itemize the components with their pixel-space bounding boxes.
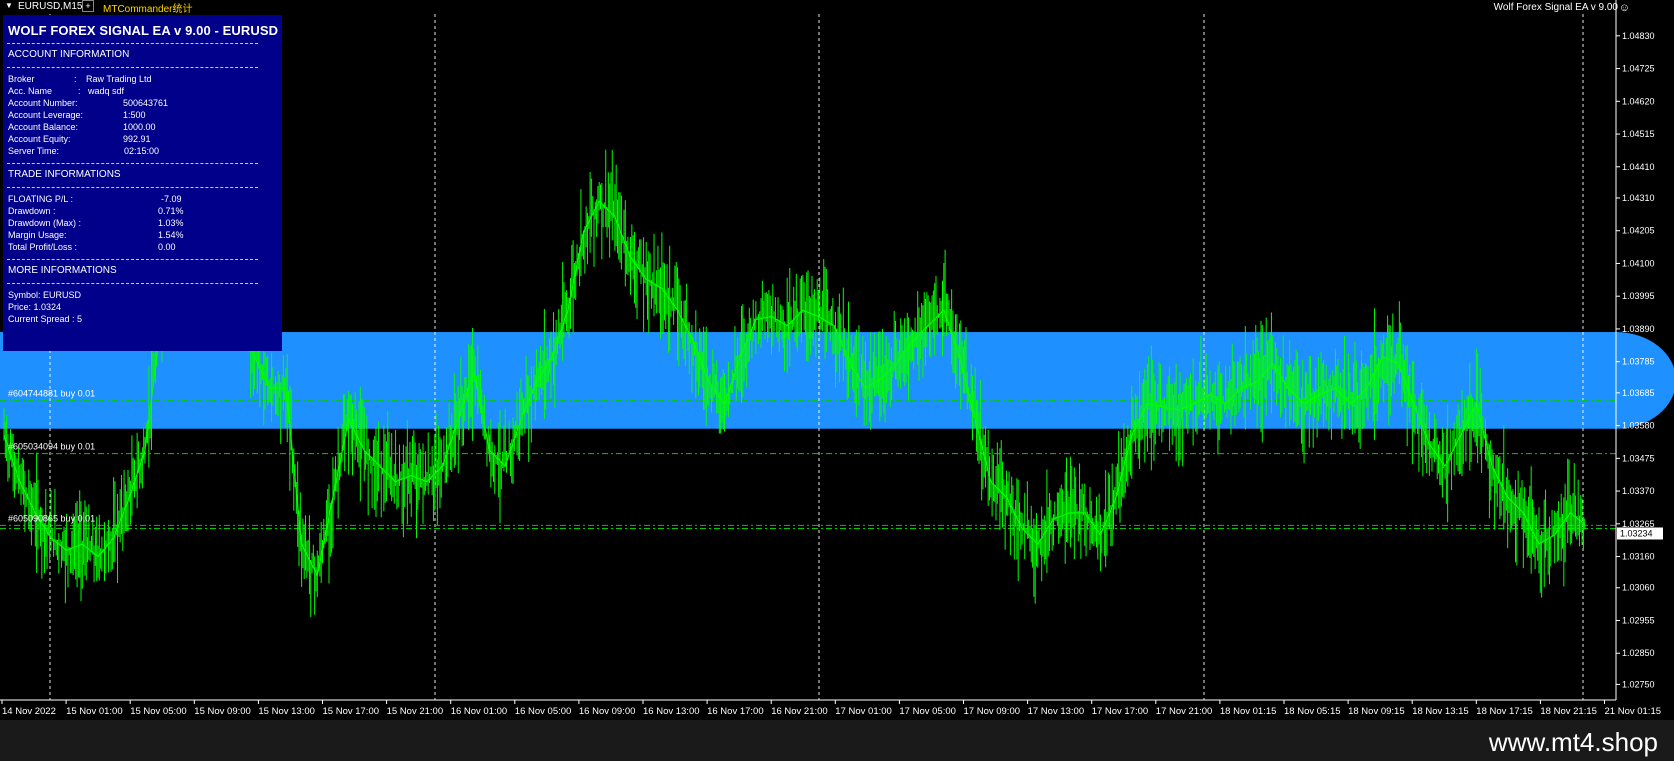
y-tick-label: 1.03580 [1622, 421, 1655, 431]
y-tick-label: 1.04830 [1622, 31, 1655, 41]
x-tick-label: 18 Nov 13:15 [1412, 706, 1469, 717]
current-price-label: 1.03234 [1620, 528, 1653, 538]
x-tick-label: 17 Nov 01:00 [835, 706, 892, 717]
x-tick-label: 15 Nov 21:00 [387, 706, 444, 717]
order-label: #604744881 buy 0.01 [8, 389, 95, 399]
y-tick-label: 1.02850 [1622, 648, 1655, 658]
divider [7, 163, 258, 164]
y-tick-label: 1.03060 [1622, 583, 1655, 593]
x-tick-label: 17 Nov 09:00 [964, 706, 1021, 717]
x-tick-label: 15 Nov 09:00 [194, 706, 251, 717]
account-info-panel: WOLF FOREX SIGNAL EA v 9.00 - EURUSD ACC… [3, 15, 282, 351]
x-tick-label: 18 Nov 21:15 [1540, 706, 1597, 717]
more-section-header: MORE INFORMATIONS [8, 265, 117, 276]
x-tick-label: 17 Nov 13:00 [1028, 706, 1085, 717]
order-label: #605090865 buy 0.01 [8, 513, 95, 523]
x-tick-label: 16 Nov 13:00 [643, 706, 700, 717]
symbol-tab-label[interactable]: EURUSD,M15 [18, 1, 82, 12]
plus-icon[interactable]: + [82, 0, 94, 12]
y-tick-label: 1.04310 [1622, 193, 1655, 203]
x-tick-label: 18 Nov 17:15 [1476, 706, 1533, 717]
mtcommander-label[interactable]: MTCommander统计 [103, 0, 192, 15]
y-tick-label: 1.03785 [1622, 357, 1655, 367]
ea-name-label: Wolf Forex Signal EA v 9.00 [1493, 2, 1618, 13]
x-tick-label: 15 Nov 17:00 [323, 706, 380, 717]
x-tick-label: 17 Nov 05:00 [899, 706, 956, 717]
x-tick-label: 16 Nov 01:00 [451, 706, 508, 717]
x-tick-label: 15 Nov 01:00 [66, 706, 123, 717]
panel-title: WOLF FOREX SIGNAL EA v 9.00 - EURUSD [8, 23, 279, 38]
divider [7, 283, 258, 284]
y-tick-label: 1.02955 [1622, 615, 1655, 625]
x-tick-label: 15 Nov 13:00 [258, 706, 315, 717]
dropdown-triangle-icon[interactable]: ▼ [5, 1, 13, 10]
divider [7, 259, 258, 260]
y-tick-label: 1.03475 [1622, 453, 1655, 463]
y-tick-label: 1.03160 [1622, 552, 1655, 562]
zone-band-cap [1556, 332, 1674, 429]
account-section-header: ACCOUNT INFORMATION [8, 49, 130, 60]
x-tick-label: 17 Nov 21:00 [1156, 706, 1213, 717]
y-tick-label: 1.03370 [1622, 486, 1655, 496]
y-tick-label: 1.03890 [1622, 324, 1655, 334]
divider [7, 187, 258, 188]
trade-section-header: TRADE INFORMATIONS [8, 169, 121, 180]
y-tick-label: 1.04410 [1622, 162, 1655, 172]
x-tick-label: 17 Nov 17:00 [1092, 706, 1149, 717]
y-tick-label: 1.04620 [1622, 96, 1655, 106]
order-label: #605034094 buy 0.01 [8, 442, 95, 452]
y-tick-label: 1.04205 [1622, 226, 1655, 236]
y-tick-label: 1.03265 [1622, 519, 1655, 529]
x-tick-label: 14 Nov 2022 [2, 706, 56, 717]
y-tick-label: 1.02750 [1622, 679, 1655, 689]
x-tick-label: 16 Nov 21:00 [771, 706, 828, 717]
x-tick-label: 18 Nov 05:15 [1284, 706, 1341, 717]
x-tick-label: 16 Nov 09:00 [579, 706, 636, 717]
x-tick-label: 18 Nov 09:15 [1348, 706, 1405, 717]
divider [7, 67, 258, 68]
x-tick-label: 15 Nov 05:00 [130, 706, 187, 717]
divider [7, 43, 258, 44]
y-tick-label: 1.03995 [1622, 291, 1655, 301]
y-tick-label: 1.04100 [1622, 258, 1655, 268]
y-tick-label: 1.04515 [1622, 129, 1655, 139]
smiley-face-icon: ☺ [1618, 2, 1630, 14]
x-tick-label: 18 Nov 01:15 [1220, 706, 1277, 717]
x-tick-label: 16 Nov 17:00 [707, 706, 764, 717]
y-tick-label: 1.04725 [1622, 64, 1655, 74]
footer-band [0, 720, 1674, 761]
x-tick-label: 21 Nov 01:15 [1605, 706, 1662, 717]
x-tick-label: 16 Nov 05:00 [515, 706, 572, 717]
watermark-text: www.mt4.shop [1488, 727, 1658, 757]
y-tick-label: 1.03685 [1622, 388, 1655, 398]
